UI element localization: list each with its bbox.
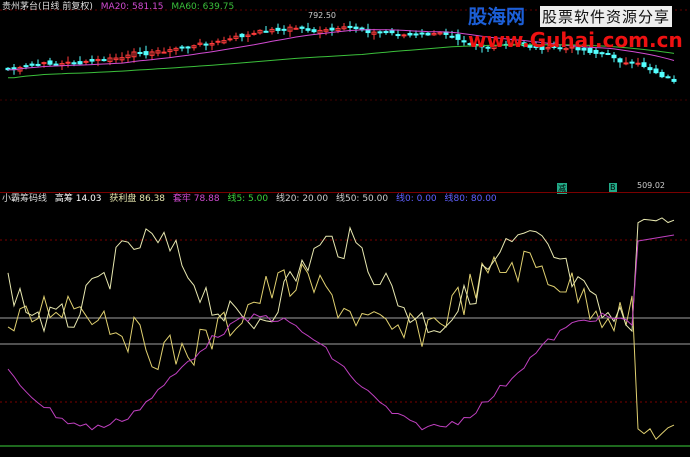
candle-body [407,33,413,36]
candle-body [641,62,647,67]
candle-body [617,58,623,63]
candle-body [161,51,167,54]
indicator-legend: 小霸筹码线 高筹 14.03 获利盘 86.38 套牢 78.88 线5: 5.… [2,193,502,205]
candle-body [281,28,287,31]
indicator-pane[interactable]: 小霸筹码线 高筹 14.03 获利盘 86.38 套牢 78.88 线5: 5.… [0,192,690,457]
profit-chip-line [7,217,675,334]
low-price-label: 509.02 [637,181,665,190]
candle-body [239,33,245,38]
main-legend: 贵州茅台(日线 前复权) MA20: 581.15 MA60: 639.75 [2,1,239,13]
candle-body [53,63,59,66]
candle-body [29,63,35,66]
candle-body [671,78,677,82]
candle-body [263,30,269,33]
candle-body [251,32,257,35]
candle-body [635,62,641,65]
candle-body [311,29,317,33]
candle-body [665,76,671,79]
candle-body [299,26,305,29]
candle-body [89,59,95,62]
candle-body [425,32,431,36]
high-chip-line [7,234,675,431]
candle-body [389,30,395,34]
candle-body [449,35,455,38]
indicator-v6: 线50: 50.00 [335,194,389,204]
candle-body [47,60,53,65]
candle-body [227,38,233,41]
candle-body [83,60,89,63]
indicator-name: 小霸筹码线 [2,194,48,204]
indicator-v7: 线0: 0.00 [395,194,437,204]
candle-body [611,54,617,59]
watermark-slogan: 股票软件资源分享 [540,6,673,27]
candle-body [377,31,383,34]
indicator-v3: 套牢 78.88 [172,194,220,204]
indicator-v2: 获利盘 86.38 [109,194,166,204]
candle-body [461,40,467,43]
candle-body [395,34,401,37]
chip-indicator-chart[interactable] [0,192,690,457]
candle-body [419,32,425,35]
candle-body [143,51,149,56]
candle-body [65,61,71,64]
watermark-brand: 股海网 [468,6,526,28]
candle-body [215,40,221,43]
candle-body [659,71,665,78]
candle-body [329,27,335,31]
candle-body [35,63,41,66]
candle-body [605,52,611,55]
stock-title: 贵州茅台(日线 前复权) [2,2,93,12]
watermark-url: www.Guhai.com.cn [468,28,683,52]
trapped-chip-line [7,250,675,441]
indicator-v1: 高筹 14.03 [54,194,102,204]
candle-body [599,52,605,55]
candle-body [623,62,629,65]
candle-body [101,59,107,62]
candle-body [23,65,29,68]
candle-body [353,26,359,30]
candle-body [647,67,653,71]
candle-body [383,31,389,34]
ma60-value: MA60: 639.75 [171,2,235,12]
candle-body [71,62,77,65]
site-watermark: 股海网 股票软件资源分享 www.Guhai.com.cn [468,2,688,52]
candle-body [413,33,419,36]
candle-body [185,46,191,49]
price-chart-pane[interactable]: 贵州茅台(日线 前复权) MA20: 581.15 MA60: 639.75 7… [0,0,690,194]
candle-body [137,52,143,55]
candle-body [77,61,83,65]
high-price-label: 792.50 [308,11,336,20]
candle-body [455,34,461,40]
candle-body [305,28,311,31]
candle-body [203,43,209,46]
candle-body [401,34,407,37]
candle-body [293,27,299,30]
candle-body [275,27,281,31]
candle-body [629,61,635,64]
candle-body [347,25,353,28]
indicator-v5: 线20: 20.00 [275,194,329,204]
indicator-v4: 线5: 5.00 [227,194,269,204]
candle-body [179,46,185,49]
buy-marker: B [609,183,617,192]
candle-body [653,68,659,74]
indicator-v8: 线80: 80.00 [444,194,497,204]
ma20-value: MA20: 581.15 [100,2,164,12]
